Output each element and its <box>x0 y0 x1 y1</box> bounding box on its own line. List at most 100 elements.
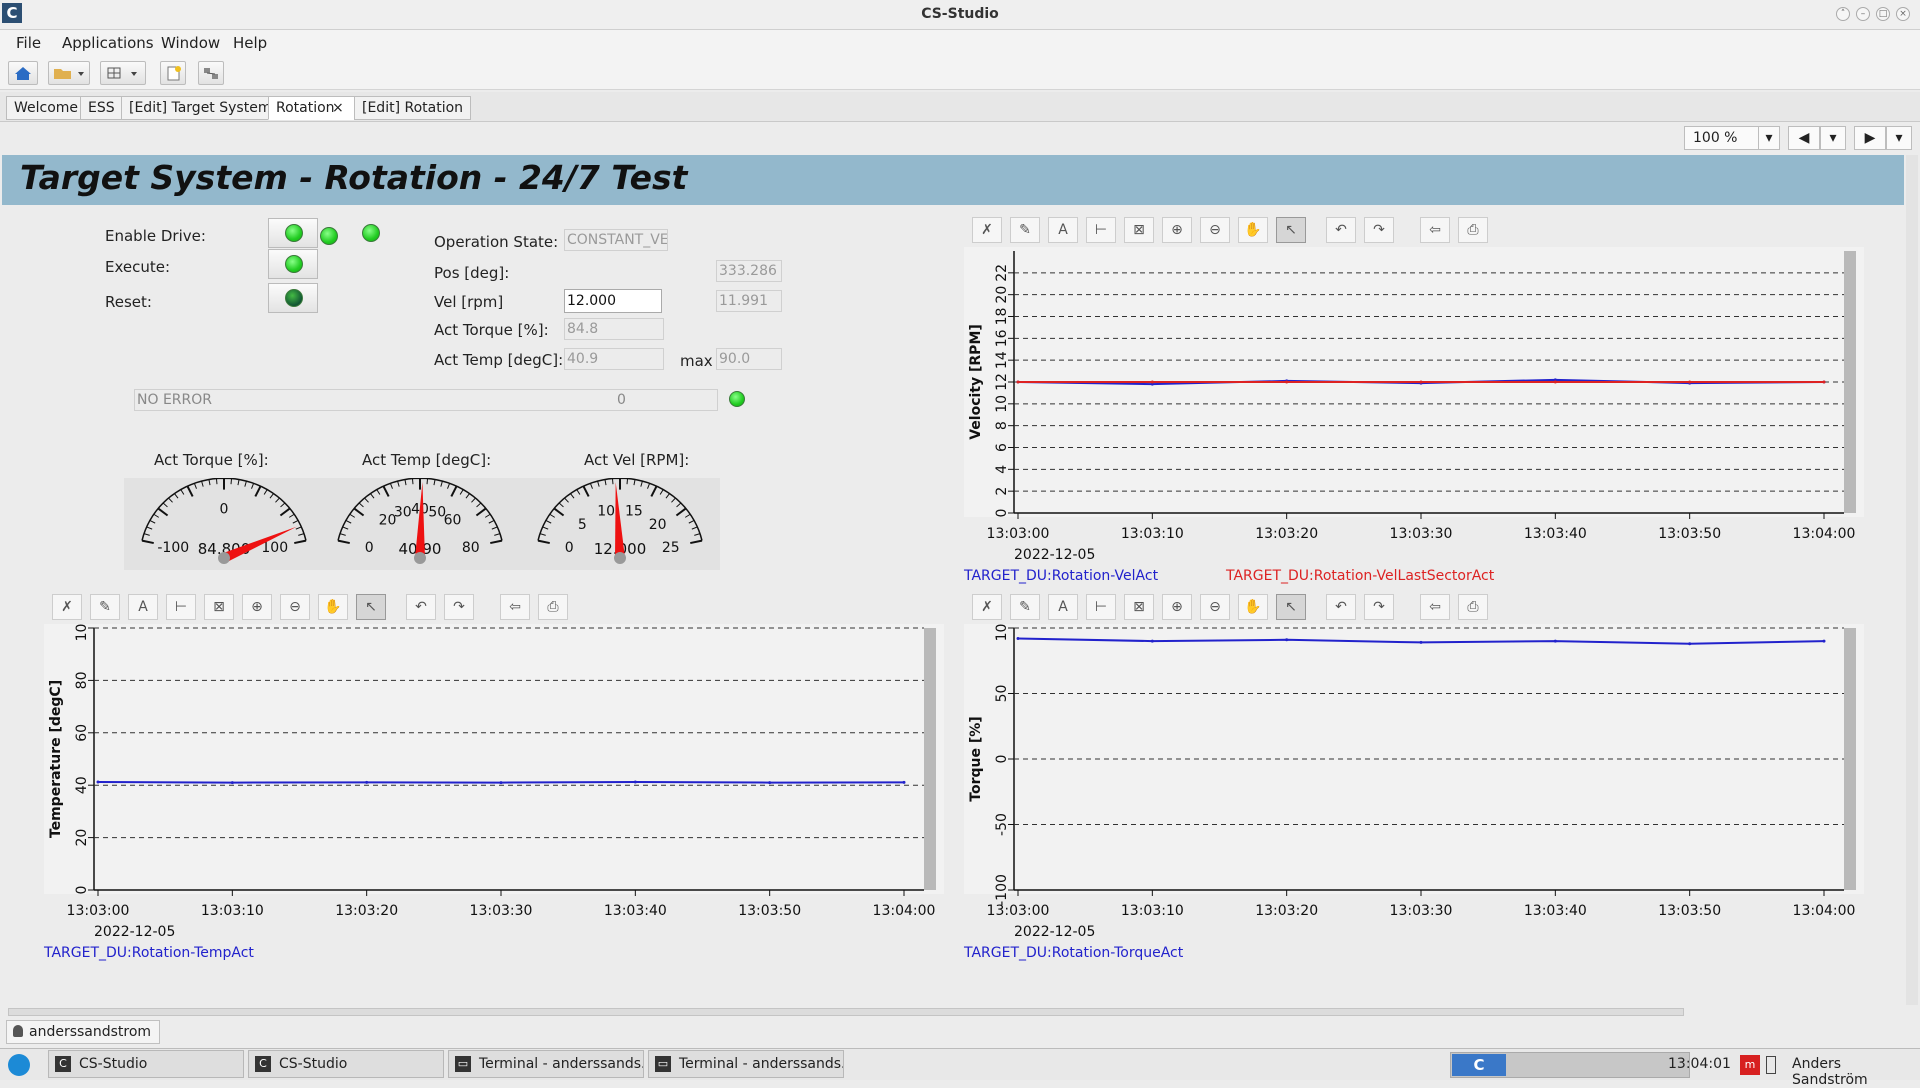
undo-icon[interactable]: ↶ <box>406 594 436 620</box>
torque-plot-toolbar: ✗ ✎ A ⊢ ⊠ ⊕ ⊖ ✋ ↖ ↶ ↷ ⇦ ⎙ <box>964 590 1864 624</box>
x-tick-label: 13:03:10 <box>1121 903 1184 919</box>
tab-close-icon[interactable]: × <box>332 100 344 116</box>
task-cs-studio-1[interactable]: C CS-Studio <box>48 1050 244 1078</box>
zoom-select[interactable]: 100 % <box>1684 126 1760 150</box>
home-button[interactable] <box>8 61 38 85</box>
stagger-icon[interactable]: ⊠ <box>1124 217 1154 243</box>
x-tick-label: 13:03:10 <box>1121 526 1184 542</box>
stagger-icon[interactable]: ⊠ <box>1124 594 1154 620</box>
pointer-icon[interactable]: ↖ <box>356 594 386 620</box>
task-cs-studio-2[interactable]: C CS-Studio <box>248 1050 444 1078</box>
pointer-icon[interactable]: ↖ <box>1276 217 1306 243</box>
display-nav-row <box>0 122 1920 152</box>
horizontal-scrollbar[interactable] <box>8 1008 1684 1016</box>
pan-icon[interactable]: ✋ <box>318 594 348 620</box>
nav-back-icon[interactable]: ◀ <box>1788 126 1820 150</box>
back-icon[interactable]: ⇦ <box>500 594 530 620</box>
config-icon[interactable]: ✎ <box>1010 217 1040 243</box>
axis-icon[interactable]: ⊢ <box>1086 217 1116 243</box>
gauge-tick <box>230 478 233 485</box>
open-button[interactable] <box>48 61 90 85</box>
print-icon[interactable]: ⎙ <box>1458 217 1488 243</box>
network-button[interactable] <box>198 61 224 85</box>
zoom-in-icon[interactable]: ⊕ <box>1162 594 1192 620</box>
undo-icon[interactable]: ↶ <box>1326 594 1356 620</box>
nav-back-dropdown-icon[interactable]: ▾ <box>1820 126 1846 150</box>
task-terminal-2[interactable]: ▭ Terminal - anderssands... <box>648 1050 844 1078</box>
session-user[interactable]: Anders Sandström <box>1792 1056 1920 1088</box>
window-up-icon[interactable]: ˄ <box>1836 7 1850 21</box>
nav-forward-icon[interactable]: ▶ <box>1854 126 1886 150</box>
enable-drive-label: Enable Drive: <box>105 227 206 245</box>
axis-icon[interactable]: ⊢ <box>1086 594 1116 620</box>
temp-label: Act Temp [degC]: <box>434 351 564 369</box>
error-status-led <box>729 391 745 407</box>
new-file-icon <box>167 66 181 81</box>
start-menu-icon[interactable] <box>8 1054 30 1076</box>
zoom-dropdown-icon[interactable]: ▾ <box>1758 126 1780 150</box>
new-display-button[interactable] <box>160 61 186 85</box>
zoom-out-icon[interactable]: ⊖ <box>1200 594 1230 620</box>
config-icon[interactable]: ✎ <box>1010 594 1040 620</box>
tab-edit-rotation[interactable]: [Edit] Rotation <box>354 96 472 120</box>
axis-icon[interactable]: ⊢ <box>166 594 196 620</box>
status-bar <box>0 1016 1920 1046</box>
back-icon[interactable]: ⇦ <box>1420 594 1450 620</box>
menu-window[interactable]: Window <box>161 34 220 52</box>
config-icon[interactable]: ✎ <box>90 594 120 620</box>
x-tick-label: 13:03:00 <box>67 903 130 919</box>
y-tick-label: 12 <box>994 373 1010 391</box>
tab-edit-target-system[interactable]: [Edit] Target System <box>121 96 280 120</box>
workspace-1-icon[interactable]: C <box>1452 1054 1506 1076</box>
zoom-out-icon[interactable]: ⊖ <box>1200 217 1230 243</box>
menu-applications[interactable]: Applications <box>62 34 154 52</box>
vertical-scrollbar[interactable] <box>1906 155 1918 1005</box>
pointer-icon[interactable]: ↖ <box>1276 594 1306 620</box>
zoom-in-icon[interactable]: ⊕ <box>242 594 272 620</box>
mail-icon[interactable]: m <box>1740 1055 1760 1075</box>
status-user-box[interactable]: anderssandstrom <box>6 1020 161 1044</box>
temperature-chart: 0 20 40 60 80 100 Temperature [degC] 13:03:00 13… <box>48 624 936 940</box>
gauge-tick-label: 0 <box>565 540 574 556</box>
wrench-icon[interactable]: ✗ <box>972 594 1002 620</box>
stagger-icon[interactable]: ⊠ <box>204 594 234 620</box>
redo-icon[interactable]: ↷ <box>444 594 474 620</box>
text-icon[interactable]: A <box>1048 594 1078 620</box>
back-icon[interactable]: ⇦ <box>1420 217 1450 243</box>
redo-icon[interactable]: ↷ <box>1364 217 1394 243</box>
pan-icon[interactable]: ✋ <box>1238 217 1268 243</box>
series-point <box>1822 639 1826 643</box>
gauge-tick <box>626 478 629 485</box>
zoom-out-icon[interactable]: ⊖ <box>280 594 310 620</box>
x-tick-label: 13:03:40 <box>1524 526 1587 542</box>
task-terminal-1[interactable]: ▭ Terminal - anderssands... <box>448 1050 644 1078</box>
print-icon[interactable]: ⎙ <box>1458 594 1488 620</box>
menu-file[interactable]: File <box>16 34 41 52</box>
y-axis-label: Temperature [degC] <box>48 680 64 838</box>
text-icon[interactable]: A <box>128 594 158 620</box>
wrench-icon[interactable]: ✗ <box>972 217 1002 243</box>
plot-right-scrollbar <box>1844 251 1856 513</box>
gauge-tick-label: -100 <box>157 540 189 556</box>
undo-icon[interactable]: ↶ <box>1326 217 1356 243</box>
nav-forward-dropdown-icon[interactable]: ▾ <box>1886 126 1912 150</box>
layout-button[interactable] <box>100 61 146 85</box>
wrench-icon[interactable]: ✗ <box>52 594 82 620</box>
series-point <box>1016 636 1020 640</box>
zoom-in-icon[interactable]: ⊕ <box>1162 217 1192 243</box>
print-icon[interactable]: ⎙ <box>538 594 568 620</box>
vel-setpoint-input[interactable]: 12.000 <box>564 289 662 313</box>
pan-icon[interactable]: ✋ <box>1238 594 1268 620</box>
text-icon[interactable]: A <box>1048 217 1078 243</box>
redo-icon[interactable]: ↷ <box>1364 594 1394 620</box>
menu-help[interactable]: Help <box>233 34 267 52</box>
y-tick-label: 80 <box>74 671 90 689</box>
tab-ess[interactable]: ESS <box>80 96 123 120</box>
window-minimize-icon[interactable]: – <box>1856 7 1870 21</box>
error-code: 0 <box>617 392 626 408</box>
pos-value: 333.286 <box>716 260 782 282</box>
window-close-icon[interactable]: × <box>1896 7 1910 21</box>
tab-rotation[interactable]: Rotation <box>268 96 358 120</box>
tab-welcome[interactable]: Welcome <box>6 96 87 120</box>
window-maximize-icon[interactable]: □ <box>1876 7 1890 21</box>
